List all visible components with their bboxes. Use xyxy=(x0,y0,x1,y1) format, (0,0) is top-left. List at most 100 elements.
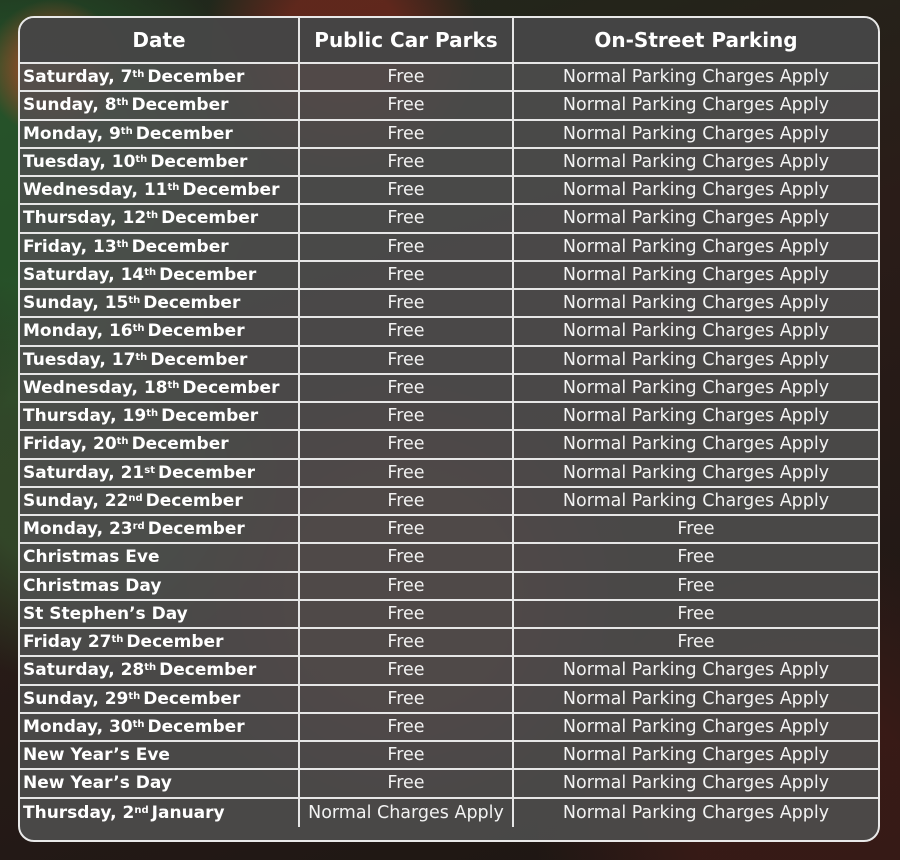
table-row: Monday, 9th December Free Normal Parking Ch… xyxy=(20,120,878,149)
table-row: Saturday, 21st December Free Normal Parking… xyxy=(20,459,878,488)
public-car-parks-column-header: Public Car Parks xyxy=(300,18,514,62)
on-street-parking-cell: Free xyxy=(677,575,715,596)
date-text: St Stephen’s Day xyxy=(23,603,188,624)
month-text: December xyxy=(143,293,241,314)
table-row: Christmas Day Free Free xyxy=(20,572,878,601)
date-cell: St Stephen’s Day xyxy=(20,600,300,627)
public-car-parks-cell: Free xyxy=(300,629,514,656)
month-text: December xyxy=(145,490,243,511)
public-car-parks-cell: Free xyxy=(300,431,514,458)
month-text: December xyxy=(126,632,224,653)
public-car-parks-cell: Free xyxy=(300,205,514,232)
date-text: Monday, 9 xyxy=(23,123,121,144)
date-cell: Christmas Eve xyxy=(20,544,300,571)
date-cell: Sunday, 22nd December xyxy=(20,487,300,514)
table-row: St Stephen’s Day Free Free xyxy=(20,600,878,629)
month-text: January xyxy=(151,802,225,823)
on-street-parking-cell: Normal Parking Charges Apply xyxy=(562,67,830,88)
table-row: Sunday, 15th December Free Normal Parking C… xyxy=(20,290,878,319)
on-street-parking-cell: Normal Parking Charges Apply xyxy=(562,293,830,314)
date-text: Thursday, 2 xyxy=(23,802,135,823)
on-street-parking-cell: Free xyxy=(677,519,715,540)
public-car-parks-cell: Free xyxy=(300,261,514,288)
table-header-row: Date Public Car Parks On-Street Parking xyxy=(20,18,878,64)
table-row: Monday, 16th December Free Normal Parking C… xyxy=(20,318,878,347)
date-cell: Sunday, 29th December xyxy=(20,685,300,712)
date-text: Tuesday, 10 xyxy=(23,151,136,172)
on-street-parking-cell: Free xyxy=(677,547,715,568)
public-car-parks-cell: Free xyxy=(300,318,514,345)
month-text: December xyxy=(131,434,229,455)
public-car-parks-cell: Free xyxy=(300,572,514,599)
on-street-parking-cell: Normal Parking Charges Apply xyxy=(562,151,830,172)
on-street-parking-cell: Normal Parking Charges Apply xyxy=(562,490,830,511)
date-text: Monday, 16 xyxy=(23,321,133,342)
date-text: Sunday, 8 xyxy=(23,95,117,116)
month-text: December xyxy=(135,123,233,144)
public-car-parks-cell: Free xyxy=(300,459,514,486)
public-car-parks-cell: Free xyxy=(300,177,514,204)
date-text: Tuesday, 17 xyxy=(23,349,136,370)
date-text: Sunday, 15 xyxy=(23,293,129,314)
public-car-parks-cell: Free xyxy=(300,346,514,373)
date-text: Sunday, 22 xyxy=(23,490,129,511)
table-row: Sunday, 22nd December Free Normal Parking C… xyxy=(20,487,878,516)
date-cell: Thursday, 2nd January xyxy=(20,798,300,827)
date-cell: Tuesday, 17th December xyxy=(20,346,300,373)
month-text: December xyxy=(159,264,257,285)
table-row: Sunday, 29th December Free Normal Parking C… xyxy=(20,685,878,714)
public-car-parks-cell: Free xyxy=(300,600,514,627)
table-row: Wednesday, 11th December Free Normal Parkin… xyxy=(20,177,878,206)
on-street-parking-cell: Normal Parking Charges Apply xyxy=(562,349,830,370)
on-street-parking-cell: Free xyxy=(677,632,715,653)
table-row: Thursday, 12th December Free Normal Parking… xyxy=(20,205,878,234)
table-row: Christmas Eve Free Free xyxy=(20,544,878,573)
on-street-parking-cell: Normal Parking Charges Apply xyxy=(562,95,830,116)
table-row: Friday, 20th December Free Normal Parking C… xyxy=(20,431,878,460)
month-text: December xyxy=(147,519,245,540)
public-car-parks-cell: Free xyxy=(300,148,514,175)
table-row: Monday, 23rd December Free Free xyxy=(20,516,878,545)
date-text: Sunday, 29 xyxy=(23,688,129,709)
date-cell: New Year’s Eve xyxy=(20,742,300,769)
date-text: Wednesday, 11 xyxy=(23,180,168,201)
public-car-parks-cell: Free xyxy=(300,120,514,147)
on-street-parking-cell: Normal Parking Charges Apply xyxy=(562,264,830,285)
date-text: Thursday, 19 xyxy=(23,406,147,427)
parking-schedule-table: Date Public Car Parks On-Street Parking … xyxy=(18,16,880,842)
date-text: Wednesday, 18 xyxy=(23,377,168,398)
on-street-parking-cell: Normal Parking Charges Apply xyxy=(562,716,830,737)
public-car-parks-cell: Free xyxy=(300,516,514,543)
on-street-parking-cell: Normal Parking Charges Apply xyxy=(562,773,830,794)
public-car-parks-cell: Free xyxy=(300,374,514,401)
date-text: Saturday, 28 xyxy=(23,660,145,681)
public-car-parks-cell: Free xyxy=(300,742,514,769)
table-row: Wednesday, 18th December Free Normal Parkin… xyxy=(20,374,878,403)
date-cell: Saturday, 7th December xyxy=(20,64,300,91)
on-street-parking-cell: Normal Parking Charges Apply xyxy=(562,406,830,427)
month-text: December xyxy=(131,236,229,257)
table-row: Monday, 30th December Free Normal Parking C… xyxy=(20,713,878,742)
public-car-parks-cell: Normal Charges Apply xyxy=(300,798,514,827)
table-row: Friday, 13th December Free Normal Parking C… xyxy=(20,233,878,262)
date-cell: Wednesday, 18th December xyxy=(20,374,300,401)
month-text: December xyxy=(161,208,259,229)
public-car-parks-cell: Free xyxy=(300,487,514,514)
date-cell: Tuesday, 10th December xyxy=(20,148,300,175)
on-street-parking-cell: Free xyxy=(677,603,715,624)
date-cell: Thursday, 19th December xyxy=(20,403,300,430)
month-text: December xyxy=(147,321,245,342)
date-text: Saturday, 7 xyxy=(23,67,133,88)
date-cell: Monday, 16th December xyxy=(20,318,300,345)
date-cell: Monday, 23rd December xyxy=(20,516,300,543)
date-cell: Saturday, 14th December xyxy=(20,261,300,288)
on-street-parking-cell: Normal Parking Charges Apply xyxy=(562,434,830,455)
month-text: December xyxy=(150,349,248,370)
month-text: December xyxy=(147,716,245,737)
table-row: Sunday, 8th December Free Normal Parking Ch… xyxy=(20,92,878,121)
month-text: December xyxy=(159,660,257,681)
public-car-parks-cell: Free xyxy=(300,770,514,797)
on-street-parking-cell: Normal Parking Charges Apply xyxy=(562,236,830,257)
date-text: Saturday, 14 xyxy=(23,264,145,285)
table-row: Tuesday, 10th December Free Normal Parking … xyxy=(20,148,878,177)
